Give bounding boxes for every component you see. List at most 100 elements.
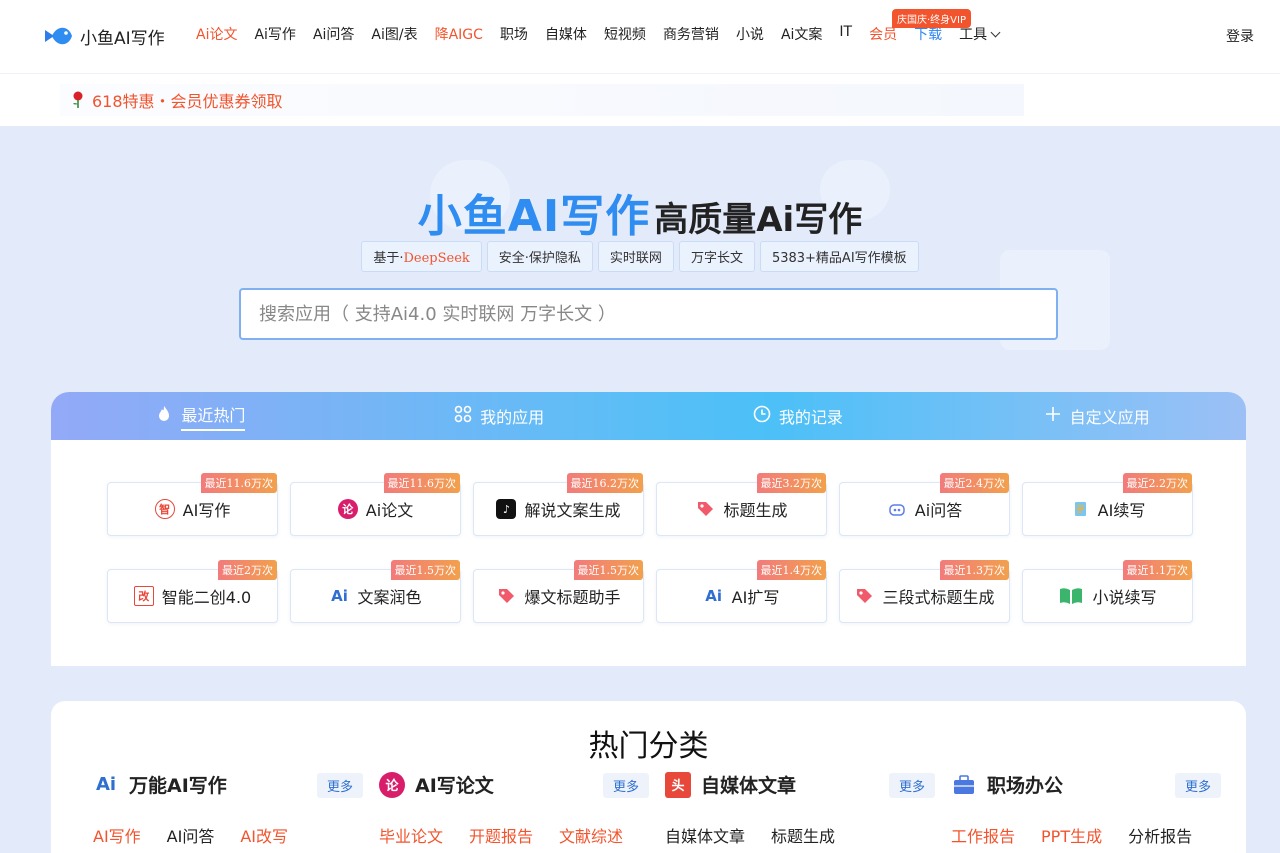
category-link[interactable]: 文献综述 [559,823,623,847]
category-title: 自媒体文章 [701,775,797,797]
app-label: 标题生成 [723,501,788,520]
category-links: 工作报告 PPT生成 分析报告 [951,823,1221,847]
usage-badge: 最近1.5万次 [390,560,460,580]
nav-item-9[interactable]: 小说 [736,24,764,44]
app-card[interactable]: 最近2万次改智能二创4.0 [107,560,278,623]
category-title: 职场办公 [987,775,1064,797]
nav-item-0[interactable]: Ai论文 [196,24,237,44]
app-label: AI扩写 [731,588,780,607]
feature-chip: 万字长文 [678,241,755,272]
app-card[interactable]: 最近16.2万次 ♪ 解说文案生成 [473,473,644,536]
tab-1[interactable]: 我的应用 [350,392,649,440]
briefcase-icon [951,772,977,798]
usage-badge: 最近11.6万次 [383,473,460,493]
app-card[interactable]: 最近11.6万次论 Ai论文 [290,473,461,536]
tab-0[interactable]: 最近热门 [51,392,350,440]
usage-badge: 最近1.5万次 [573,560,643,580]
tag-icon [854,586,874,606]
tab-2[interactable]: 我的记录 [649,392,948,440]
app-card[interactable]: 最近11.6万次智 AI写作 [107,473,278,536]
usage-badge: 最近1.3万次 [939,560,1009,580]
app-card[interactable]: 最近1.5万次 Ai 文案润色 [290,560,461,623]
nav-label: 会员 [869,27,898,43]
paper-icon: 论 [379,771,405,798]
tiktok-icon: ♪ [496,499,517,519]
nav-label: 工具 [959,27,988,43]
hero-tagline: 高质量Ai写作 [654,200,863,240]
hero-title: 小鱼AI写作 高质量Ai写作 [0,180,1280,244]
more-button[interactable]: 更多 [1174,773,1221,798]
login-link[interactable]: 登录 [1226,26,1254,46]
flame-icon [155,405,173,427]
tag-icon [695,499,715,519]
chip-text: 安全·保护隐私 [498,251,581,266]
app-label: 爆文标题助手 [524,588,621,607]
category-column: 头自媒体文章 更多 自媒体文章 标题生成 [665,771,935,847]
app-card[interactable]: 最近1.5万次爆文标题助手 [473,560,644,623]
app-label: 小说续写 [1092,588,1157,607]
nav-item-3[interactable]: Ai图/表 [371,24,417,44]
nav-label: 小说 [735,27,764,43]
usage-badge: 最近2.2万次 [1122,473,1192,493]
nav-label: 下载 [914,27,943,43]
vip-badge: 庆国庆·终身VIP [892,9,971,28]
nav-label: Ai文案 [780,27,823,43]
more-button[interactable]: 更多 [316,773,363,798]
site-logo[interactable]: 小鱼AI写作 [42,20,165,52]
app-card[interactable]: 最近2.4万次 Ai问答 [839,473,1010,536]
nav-label: 职场 [499,27,528,43]
app-card[interactable]: 最近1.3万次 三段式标题生成 [839,560,1010,623]
category-link[interactable]: 工作报告 [951,823,1015,847]
nav-item-1[interactable]: Ai写作 [254,24,295,44]
nav-item-4[interactable]: 降AIGC [435,24,483,44]
app-card[interactable]: 最近1.4万次 Ai AI扩写 [656,560,827,623]
more-button[interactable]: 更多 [888,773,935,798]
nav-label: Ai论文 [196,27,238,43]
chip-highlight: DeepSeek [403,251,470,266]
nav-label: Ai图/表 [371,27,418,43]
nav-item-5[interactable]: 职场 [500,24,528,44]
app-card[interactable]: 最近2.2万次 AI续写 [1022,473,1193,536]
nav-item-10[interactable]: Ai文案 [781,24,822,44]
tab-3[interactable]: 自定义应用 [947,392,1246,440]
category-link[interactable]: 自媒体文章 [665,823,745,847]
feature-chip: 基于·DeepSeek [361,241,482,272]
usage-badge: 最近1.4万次 [756,560,826,580]
category-link[interactable]: 分析报告 [1128,823,1192,847]
tab-label: 我的记录 [778,408,843,427]
nav-item-7[interactable]: 短视频 [604,24,646,44]
clock-icon [753,405,771,427]
promo-link[interactable]: 618特惠・会员优惠券领取 [60,84,1024,116]
usage-badge: 最近16.2万次 [566,473,643,493]
category-link[interactable]: PPT生成 [1041,823,1102,847]
category-link[interactable]: AI问答 [167,823,215,847]
chip-text: 基于· [373,251,404,266]
apps-grid: 最近11.6万次智 AI写作 最近11.6万次论 Ai论文 最近16.2万次 ♪ 解说文案生… [107,473,1193,623]
nav-label: 商务营销 [662,27,719,43]
search-input[interactable] [259,303,1056,325]
promo-banner: 618特惠・会员优惠券领取 [0,74,1280,126]
nav-item-8[interactable]: 商务营销 [663,24,719,44]
category-link[interactable]: AI改写 [240,823,288,847]
app-label: 智能二创4.0 [161,588,252,607]
chip-text: 5383+精品AI写作模板 [771,251,907,266]
app-card[interactable]: 最近3.2万次 标题生成 [656,473,827,536]
app-label: Ai论文 [365,501,414,520]
category-link[interactable]: 标题生成 [771,823,835,847]
nav-item-2[interactable]: Ai问答 [313,24,354,44]
app-label: 解说文案生成 [524,501,621,520]
usage-badge: 最近1.1万次 [1122,560,1192,580]
category-link[interactable]: AI写作 [93,823,141,847]
paper-icon: 论 [337,499,358,519]
nav-item-6[interactable]: 自媒体 [545,24,587,44]
category-links: 毕业论文 开题报告 文献综述 [379,823,649,847]
hot-categories: 热门分类 Ai 万能AI写作 更多 AI写作 AI问答 AI改写 论 AI写论文 更多 毕业论文 开… [51,701,1246,853]
more-button[interactable]: 更多 [602,773,649,798]
category-link[interactable]: 毕业论文 [379,823,443,847]
category-link[interactable]: 开题报告 [469,823,533,847]
app-card[interactable]: 最近1.1万次小说续写 [1022,560,1193,623]
nav-item-11[interactable]: IT [839,24,852,44]
search-box[interactable] [239,288,1058,340]
book-icon [1058,586,1084,606]
tab-label: 我的应用 [480,408,545,427]
